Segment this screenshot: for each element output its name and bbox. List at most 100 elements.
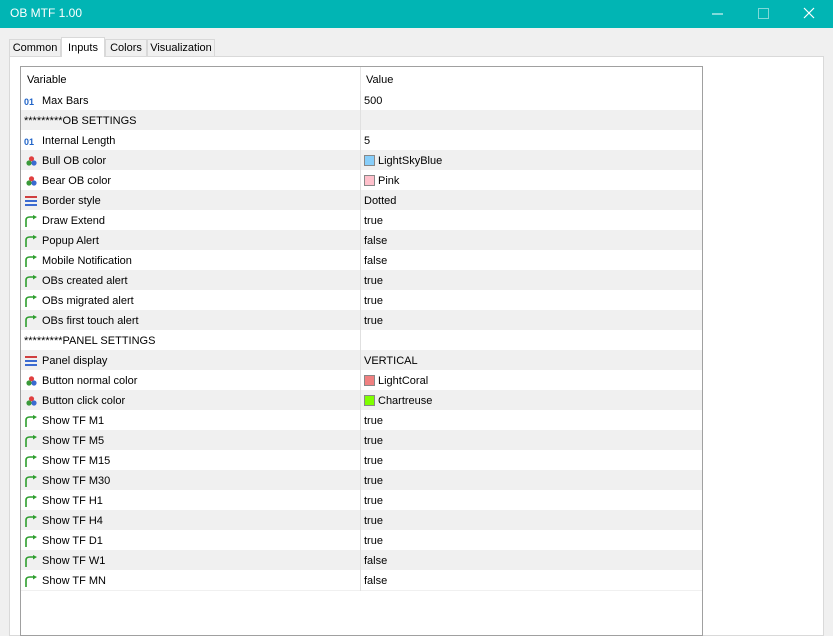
variable-cell: OBs created alert xyxy=(24,271,128,291)
value-cell[interactable]: true xyxy=(364,431,383,451)
value-cell[interactable]: true xyxy=(364,311,383,331)
value-cell[interactable]: true xyxy=(364,211,383,231)
value-text: true xyxy=(364,535,383,548)
value-cell[interactable]: true xyxy=(364,531,383,551)
value-cell[interactable]: false xyxy=(364,571,387,591)
variable-cell: Show TF H1 xyxy=(24,491,103,511)
table-row[interactable]: Show TF MN false xyxy=(21,571,702,591)
value-cell[interactable]: false xyxy=(364,551,387,571)
value-cell[interactable]: 5 xyxy=(364,131,370,151)
value-cell[interactable]: VERTICAL xyxy=(364,351,418,371)
color-icon xyxy=(24,174,39,186)
value-cell[interactable]: Chartreuse xyxy=(364,391,432,411)
variable-cell: Bear OB color xyxy=(24,171,111,191)
table-row[interactable]: Show TF W1 false xyxy=(21,551,702,571)
minimize-button[interactable] xyxy=(694,0,740,28)
table-row[interactable]: *********PANEL SETTINGS xyxy=(21,331,702,351)
tab-visualization[interactable]: Visualization xyxy=(147,39,215,56)
variable-name: Mobile Notification xyxy=(42,255,132,268)
variable-name: Show TF M30 xyxy=(42,475,111,488)
value-text: 500 xyxy=(364,95,383,108)
variable-cell: Show TF M15 xyxy=(24,451,110,471)
table-row[interactable]: Show TF M1 true xyxy=(21,411,702,431)
column-separator xyxy=(360,551,361,571)
value-text: true xyxy=(364,455,383,468)
variable-name: Internal Length xyxy=(42,135,116,148)
variable-cell: Bull OB color xyxy=(24,151,106,171)
table-row[interactable]: Show TF M15 true xyxy=(21,451,702,471)
table-row[interactable]: Bear OB color Pink xyxy=(21,171,702,191)
value-cell[interactable]: false xyxy=(364,231,387,251)
table-row[interactable]: Show TF H4 true xyxy=(21,511,702,531)
column-separator xyxy=(360,231,361,251)
value-cell[interactable]: LightCoral xyxy=(364,371,428,391)
column-separator xyxy=(360,211,361,231)
column-separator xyxy=(360,411,361,431)
header-variable[interactable]: Variable xyxy=(27,74,67,86)
table-row[interactable]: OBs created alert true xyxy=(21,271,702,291)
table-row[interactable]: *********OB SETTINGS xyxy=(21,111,702,131)
table-row[interactable]: Panel display VERTICAL xyxy=(21,351,702,371)
value-cell[interactable]: true xyxy=(364,491,383,511)
table-row[interactable]: Show TF D1 true xyxy=(21,531,702,551)
color-swatch xyxy=(364,154,375,166)
variable-name: Show TF M15 xyxy=(42,455,111,468)
variable-cell: Show TF M5 xyxy=(24,431,104,451)
variable-cell: Show TF MN xyxy=(24,571,106,591)
value-cell[interactable]: true xyxy=(364,471,383,491)
value-cell[interactable]: true xyxy=(364,511,383,531)
bool-icon xyxy=(24,234,39,248)
variable-name: Draw Extend xyxy=(42,215,105,228)
value-cell[interactable]: false xyxy=(364,251,387,271)
tab-common[interactable]: Common xyxy=(9,39,61,56)
header-separator xyxy=(360,67,361,91)
tab-colors[interactable]: Colors xyxy=(105,39,147,56)
table-row[interactable]: Mobile Notification false xyxy=(21,251,702,271)
table-row[interactable]: Show TF H1 true xyxy=(21,491,702,511)
value-cell[interactable]: true xyxy=(364,451,383,471)
table-row[interactable]: 01 Max Bars 500 xyxy=(21,91,702,111)
value-cell[interactable]: true xyxy=(364,271,383,291)
table-row[interactable]: Button normal color LightCoral xyxy=(21,371,702,391)
table-row[interactable]: OBs migrated alert true xyxy=(21,291,702,311)
variable-cell: OBs migrated alert xyxy=(24,291,134,311)
value-text: true xyxy=(364,475,383,488)
table-row[interactable]: Button click color Chartreuse xyxy=(21,391,702,411)
variable-name: Bull OB color xyxy=(42,155,107,168)
value-text: false xyxy=(364,575,388,588)
inputs-grid[interactable]: Variable Value 01 Max Bars 500 *********OB … xyxy=(20,66,703,636)
value-text: Pink xyxy=(378,175,400,188)
bool-icon xyxy=(24,274,39,288)
value-cell[interactable]: Dotted xyxy=(364,191,396,211)
value-text: false xyxy=(364,555,388,568)
variable-name: Show TF H1 xyxy=(42,495,103,508)
table-row[interactable]: OBs first touch alert true xyxy=(21,311,702,331)
table-row[interactable]: Border style Dotted xyxy=(21,191,702,211)
table-row[interactable]: 01 Internal Length 5 xyxy=(21,131,702,151)
table-row[interactable]: Popup Alert false xyxy=(21,231,702,251)
variable-name: OBs first touch alert xyxy=(42,315,139,328)
header-value[interactable]: Value xyxy=(366,74,393,86)
value-text: false xyxy=(364,235,388,248)
value-cell[interactable]: Pink xyxy=(364,171,399,191)
value-cell[interactable]: true xyxy=(364,291,383,311)
int-icon: 01 xyxy=(24,134,39,147)
bool-icon xyxy=(24,414,39,428)
maximize-button[interactable] xyxy=(740,0,786,28)
table-row[interactable]: Bull OB color LightSkyBlue xyxy=(21,151,702,171)
value-cell[interactable]: true xyxy=(364,411,383,431)
table-row[interactable]: Draw Extend true xyxy=(21,211,702,231)
bool-icon xyxy=(24,474,39,488)
value-cell[interactable]: 500 xyxy=(364,91,382,111)
table-row[interactable]: Show TF M5 true xyxy=(21,431,702,451)
variable-cell: *********OB SETTINGS xyxy=(24,111,136,131)
value-text: true xyxy=(364,435,383,448)
close-button[interactable] xyxy=(786,0,832,28)
table-row[interactable]: Show TF M30 true xyxy=(21,471,702,491)
tab-inputs[interactable]: Inputs xyxy=(61,37,105,57)
column-separator xyxy=(360,111,361,131)
value-cell[interactable]: LightSkyBlue xyxy=(364,151,442,171)
value-text: true xyxy=(364,415,383,428)
variable-name: Show TF M5 xyxy=(42,435,105,448)
value-text: Dotted xyxy=(364,195,397,208)
